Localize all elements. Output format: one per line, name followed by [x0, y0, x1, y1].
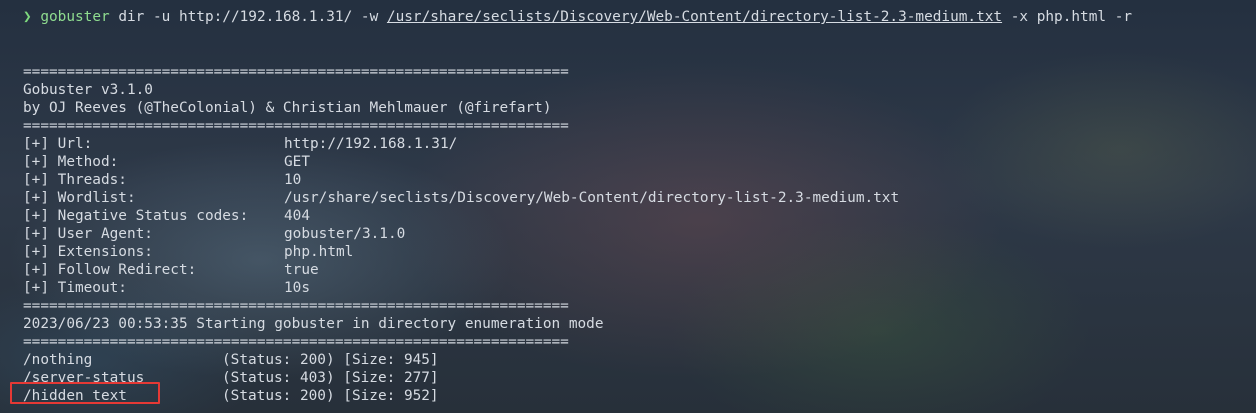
- setting-row-timeout: [+] Timeout: 10s: [23, 279, 310, 297]
- banner-authors: by OJ Reeves (@TheColonial) & Christian …: [23, 100, 552, 116]
- result-info: (Status: 200) [Size: 952]: [222, 388, 439, 404]
- setting-row-user-agent: [+] User Agent: gobuster/3.1.0: [23, 225, 405, 243]
- setting-row-threads: [+] Threads: 10: [23, 171, 301, 189]
- setting-label: [+] User Agent:: [23, 226, 153, 242]
- separator-line: ========================================…: [23, 334, 569, 350]
- setting-value: GET: [284, 154, 310, 170]
- result-info: (Status: 200) [Size: 945]: [222, 352, 439, 368]
- setting-value: http://192.168.1.31/: [284, 136, 458, 152]
- setting-label: [+] Threads:: [23, 172, 127, 188]
- start-message: 2023/06/23 00:53:35 Starting gobuster in…: [23, 316, 604, 332]
- setting-label: [+] Timeout:: [23, 280, 127, 296]
- result-info: (Status: 403) [Size: 277]: [222, 370, 439, 386]
- setting-value: 10: [284, 172, 302, 188]
- setting-value: /usr/share/seclists/Discovery/Web-Conten…: [284, 190, 900, 206]
- setting-label: [+] Method:: [23, 154, 119, 170]
- setting-row-negative-status: [+] Negative Status codes: 404: [23, 207, 310, 225]
- setting-label: [+] Url:: [23, 136, 93, 152]
- setting-label: [+] Wordlist:: [23, 190, 136, 206]
- setting-row-extensions: [+] Extensions: php.html: [23, 243, 353, 261]
- terminal-window[interactable]: ❯ gobuster dir -u http://192.168.1.31/ -…: [0, 0, 1256, 413]
- wordlist-path-link[interactable]: /usr/share/seclists/Discovery/Web-Conten…: [387, 9, 1002, 25]
- setting-value: php.html: [284, 244, 354, 260]
- setting-row-follow-redirect: [+] Follow Redirect: true: [23, 261, 319, 279]
- setting-value: gobuster/3.1.0: [284, 226, 406, 242]
- setting-value: 404: [284, 208, 310, 224]
- prompt-arrow-icon: ❯: [23, 9, 32, 25]
- result-path: /nothing: [23, 352, 93, 368]
- command-args-tail: -x php.html -r: [1010, 9, 1133, 25]
- separator-line: ========================================…: [23, 118, 569, 134]
- command-program: gobuster: [40, 9, 110, 25]
- setting-row-wordlist: [+] Wordlist: /usr/share/seclists/Discove…: [23, 189, 899, 207]
- command-line: ❯ gobuster dir -u http://192.168.1.31/ -…: [23, 8, 1132, 26]
- separator-line: ========================================…: [23, 298, 569, 314]
- separator-line: ========================================…: [23, 64, 569, 80]
- setting-row-url: [+] Url: http://192.168.1.31/: [23, 135, 457, 153]
- setting-label: [+] Negative Status codes:: [23, 208, 249, 224]
- setting-label: [+] Follow Redirect:: [23, 262, 197, 278]
- setting-value: true: [284, 262, 319, 278]
- setting-label: [+] Extensions:: [23, 244, 153, 260]
- result-row: /nothing (Status: 200) [Size: 945]: [23, 351, 439, 369]
- setting-value: 10s: [284, 280, 310, 296]
- banner-version: Gobuster v3.1.0: [23, 82, 153, 98]
- setting-row-method: [+] Method: GET: [23, 153, 310, 171]
- command-args: dir -u http://192.168.1.31/ -w: [118, 9, 379, 25]
- highlight-box: [10, 382, 160, 404]
